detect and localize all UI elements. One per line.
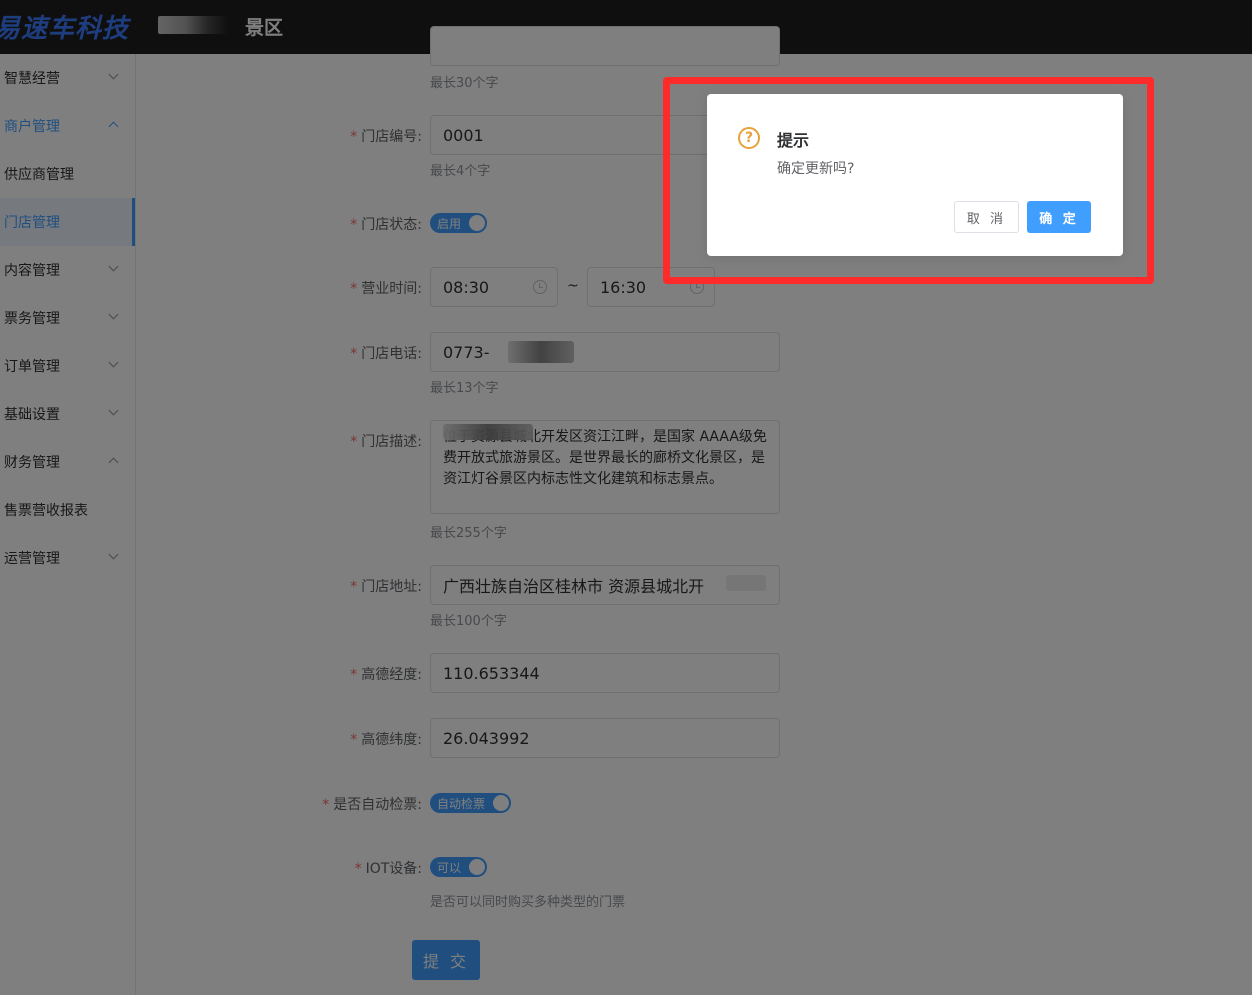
confirm-dialog: ? 提示 确定更新吗? 取 消 确 定 [707,94,1123,256]
cancel-button[interactable]: 取 消 [954,201,1019,233]
dialog-message: 确定更新吗? [777,161,855,177]
confirm-button[interactable]: 确 定 [1027,201,1091,233]
question-circle-icon: ? [738,127,760,149]
dialog-title: 提示 [777,131,810,150]
